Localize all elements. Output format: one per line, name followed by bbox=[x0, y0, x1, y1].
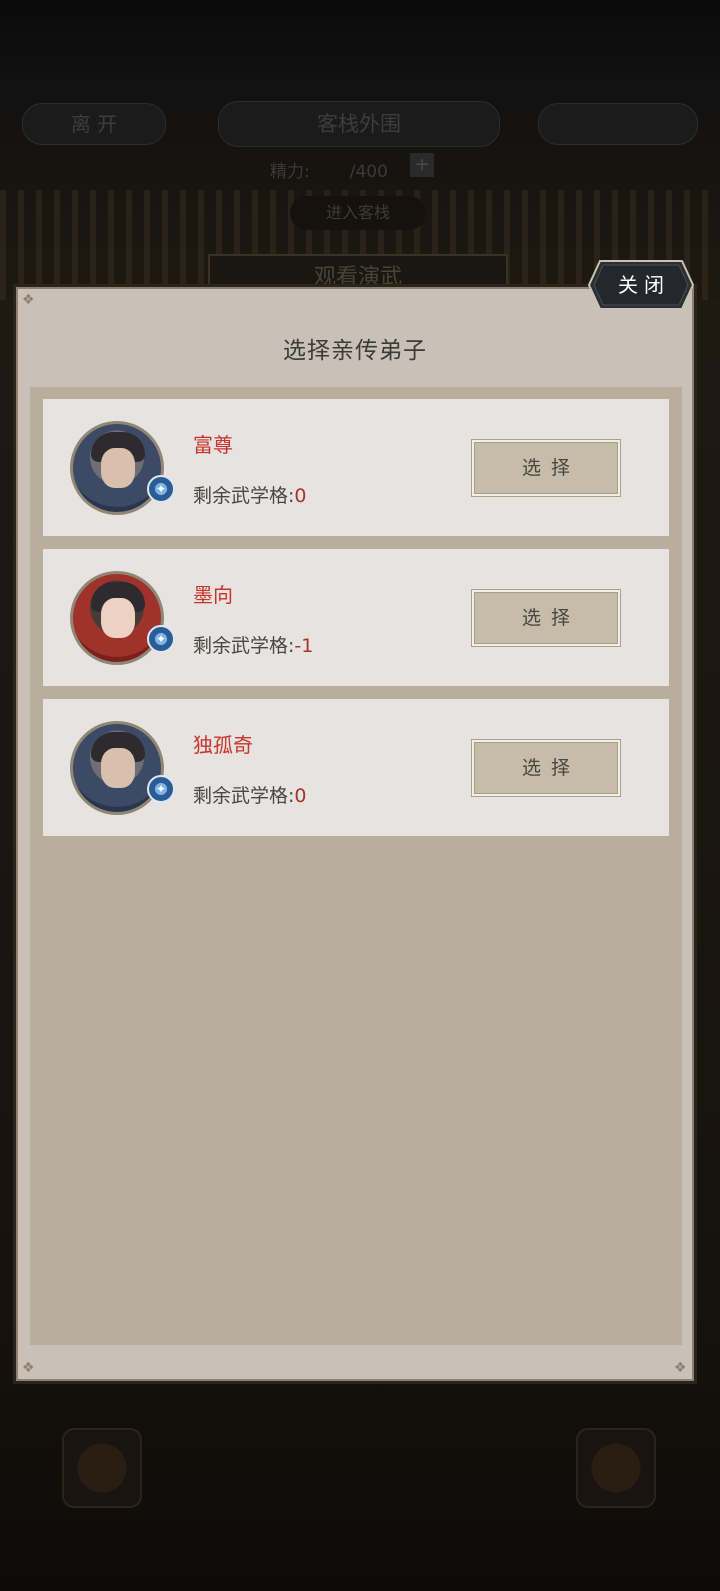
disciple-name: 墨向 bbox=[193, 583, 233, 607]
energy-label: 精力: bbox=[270, 162, 310, 182]
add-energy-icon: + bbox=[410, 153, 434, 177]
remaining-slots: 剩余武学格:-1 bbox=[193, 631, 313, 658]
enter-inn-button: 进入客栈 bbox=[290, 196, 426, 230]
list-item: ✦ 富尊 剩余武学格:0 选择 bbox=[43, 399, 669, 536]
remaining-value: -1 bbox=[294, 635, 314, 657]
close-button[interactable]: 关闭 bbox=[588, 260, 694, 310]
rank-badge-icon: ✦ bbox=[147, 475, 175, 503]
remaining-slots: 剩余武学格:0 bbox=[193, 481, 307, 508]
dialog-title: 选择亲传弟子 bbox=[283, 338, 427, 364]
remaining-value: 0 bbox=[294, 485, 307, 507]
rank-badge-icon: ✦ bbox=[147, 625, 175, 653]
remaining-label: 剩余武学格: bbox=[193, 635, 295, 657]
remaining-label: 剩余武学格: bbox=[193, 485, 295, 507]
bottom-left-slot bbox=[62, 1428, 142, 1508]
remaining-slots: 剩余武学格:0 bbox=[193, 781, 307, 808]
select-disciple-dialog: ❖ ❖ ❖ ❖ 选择亲传弟子 ✦ 富尊 剩余武学格:0 选择 bbox=[13, 284, 697, 1384]
select-button[interactable]: 选择 bbox=[472, 440, 620, 496]
rank-badge-icon: ✦ bbox=[147, 775, 175, 803]
list-item: ✦ 墨向 剩余武学格:-1 选择 bbox=[43, 549, 669, 686]
location-title: 客栈外围 bbox=[218, 101, 500, 147]
remaining-label: 剩余武学格: bbox=[193, 785, 295, 807]
leave-button: 离 开 bbox=[22, 103, 166, 145]
corner-ornament-icon: ❖ bbox=[674, 1360, 687, 1376]
corner-ornament-icon: ❖ bbox=[22, 292, 35, 308]
disciple-list: ✦ 富尊 剩余武学格:0 选择 ✦ 墨向 剩余武学格:-1 选择 ✦ 独孤奇 剩… bbox=[30, 387, 682, 1345]
energy-display: 精力: /400 bbox=[270, 157, 388, 182]
game-screen: 离 开 客栈外围 精力:/400 + 进入客栈 观看演武 ❖ ❖ ❖ ❖ 选择亲… bbox=[0, 0, 720, 1591]
avatar bbox=[70, 571, 164, 665]
list-item: ✦ 独孤奇 剩余武学格:0 选择 bbox=[43, 699, 669, 836]
avatar bbox=[70, 421, 164, 515]
remaining-value: 0 bbox=[294, 785, 307, 807]
disciple-name: 独孤奇 bbox=[193, 733, 253, 757]
avatar bbox=[70, 721, 164, 815]
select-button[interactable]: 选择 bbox=[472, 740, 620, 796]
corner-ornament-icon: ❖ bbox=[22, 1360, 35, 1376]
close-label: 关闭 bbox=[618, 273, 670, 297]
select-button[interactable]: 选择 bbox=[472, 590, 620, 646]
background-top-bar: 离 开 客栈外围 bbox=[0, 95, 720, 155]
energy-value: /400 bbox=[349, 162, 388, 182]
disciple-name: 富尊 bbox=[193, 433, 233, 457]
background-right-button bbox=[538, 103, 698, 145]
bottom-right-slot bbox=[576, 1428, 656, 1508]
